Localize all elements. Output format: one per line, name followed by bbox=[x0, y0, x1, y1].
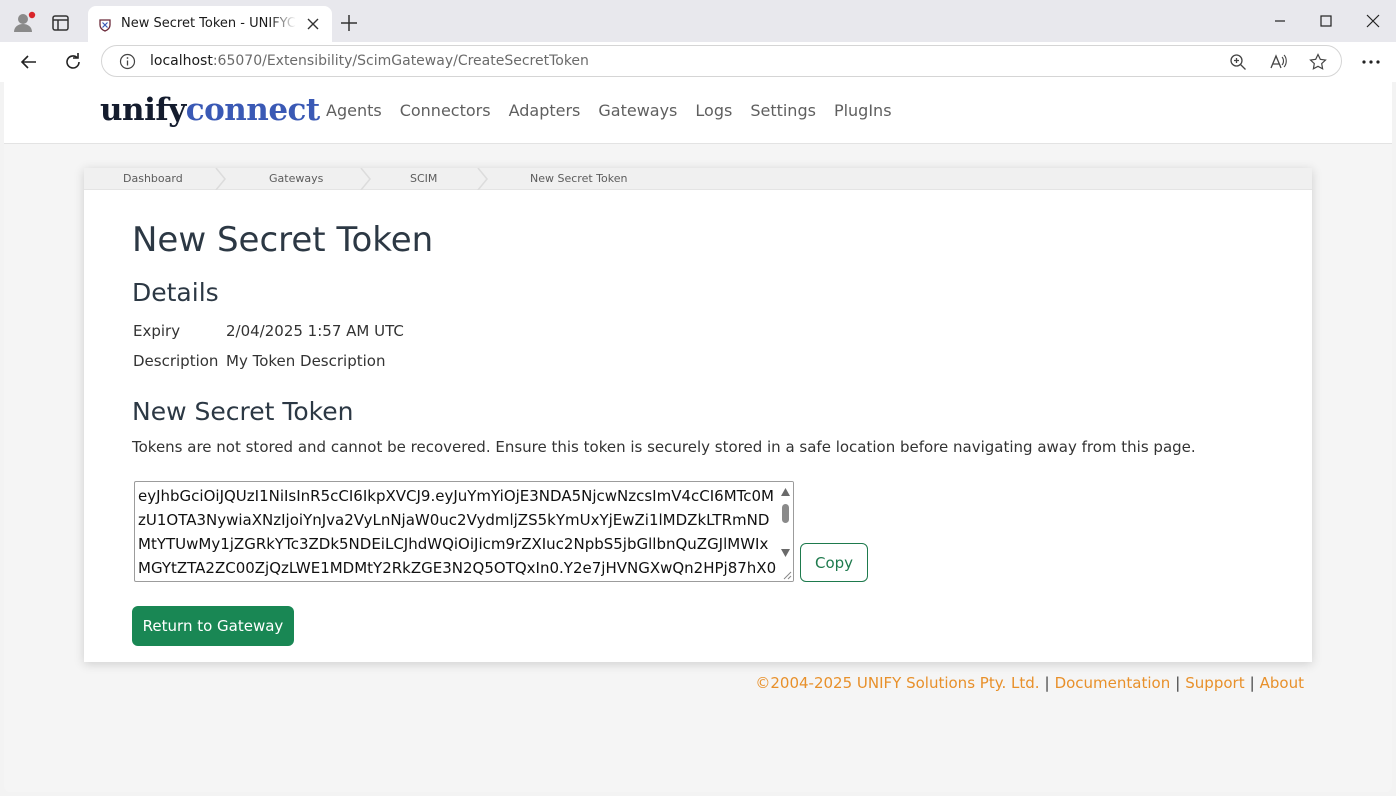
maximize-icon[interactable] bbox=[1316, 11, 1336, 31]
new-tab-icon[interactable] bbox=[339, 13, 359, 33]
address-bar[interactable]: localhost:65070/Extensibility/ScimGatewa… bbox=[101, 45, 1342, 77]
description-value: My Token Description bbox=[226, 352, 386, 370]
breadcrumb-separator-icon bbox=[360, 168, 371, 190]
token-scrollbar[interactable] bbox=[777, 482, 793, 581]
refresh-icon[interactable] bbox=[61, 50, 85, 74]
top-navbar: unifyconnect Agents Connectors Adapters … bbox=[4, 82, 1392, 144]
page-title: New Secret Token bbox=[132, 220, 434, 260]
profile-icon[interactable] bbox=[12, 10, 36, 34]
nav-adapters[interactable]: Adapters bbox=[509, 101, 581, 120]
scroll-thumb[interactable] bbox=[782, 504, 789, 523]
copy-button[interactable]: Copy bbox=[800, 543, 868, 582]
footer-separator: | bbox=[1175, 674, 1181, 692]
documentation-link[interactable]: Documentation bbox=[1055, 674, 1171, 692]
url-host: localhost bbox=[150, 53, 213, 69]
brand-logo[interactable]: unifyconnect bbox=[100, 92, 320, 128]
footer-separator: | bbox=[1249, 674, 1255, 692]
breadcrumb-separator-icon bbox=[477, 168, 488, 190]
browser-toolbar: localhost:65070/Extensibility/ScimGatewa… bbox=[0, 42, 1396, 82]
minimize-icon[interactable] bbox=[1270, 11, 1290, 31]
favicon-icon bbox=[98, 17, 112, 32]
breadcrumb-scim[interactable]: SCIM bbox=[410, 172, 437, 185]
nav-settings[interactable]: Settings bbox=[750, 101, 816, 120]
zoom-icon[interactable] bbox=[1228, 52, 1248, 72]
main-nav: Agents Connectors Adapters Gateways Logs… bbox=[326, 101, 892, 120]
expiry-value: 2/04/2025 1:57 AM UTC bbox=[226, 322, 404, 340]
copyright-link[interactable]: ©2004-2025 UNIFY Solutions Pty. Ltd. bbox=[755, 674, 1039, 692]
breadcrumb-dashboard[interactable]: Dashboard bbox=[123, 172, 183, 185]
scroll-down-icon[interactable] bbox=[781, 549, 790, 557]
token-textarea[interactable]: eyJhbGciOiJQUzI1NiIsInR5cCI6IkpXVCJ9.eyJ… bbox=[134, 481, 794, 582]
tab-actions-icon[interactable] bbox=[50, 12, 72, 34]
breadcrumb-gateways[interactable]: Gateways bbox=[269, 172, 323, 185]
info-icon[interactable] bbox=[119, 53, 136, 70]
support-link[interactable]: Support bbox=[1185, 674, 1244, 692]
token-value[interactable]: eyJhbGciOiJQUzI1NiIsInR5cCI6IkpXVCJ9.eyJ… bbox=[138, 484, 778, 581]
token-warning: Tokens are not stored and cannot be reco… bbox=[132, 438, 1196, 456]
nav-logs[interactable]: Logs bbox=[695, 101, 732, 120]
nav-agents[interactable]: Agents bbox=[326, 101, 382, 120]
breadcrumb-separator-icon bbox=[215, 168, 226, 190]
token-heading: New Secret Token bbox=[132, 397, 354, 426]
footer: ©2004-2025 UNIFY Solutions Pty. Ltd. | Doc… bbox=[755, 674, 1304, 692]
return-to-gateway-button[interactable]: Return to Gateway bbox=[132, 606, 294, 646]
resize-grip-icon[interactable] bbox=[782, 570, 792, 580]
expiry-label: Expiry bbox=[133, 322, 181, 340]
browser-tab[interactable]: New Secret Token - UNIFYConnect bbox=[88, 6, 332, 42]
nav-plugins[interactable]: PlugIns bbox=[834, 101, 892, 120]
close-window-icon[interactable] bbox=[1363, 11, 1383, 31]
close-tab-icon[interactable] bbox=[305, 16, 321, 32]
breadcrumb: Dashboard Gateways SCIM New Secret Token bbox=[84, 168, 1312, 190]
browser-tabstrip: New Secret Token - UNIFYConnect bbox=[0, 0, 1396, 42]
back-icon[interactable] bbox=[17, 50, 41, 74]
about-link[interactable]: About bbox=[1260, 674, 1304, 692]
url-text[interactable]: localhost:65070/Extensibility/ScimGatewa… bbox=[150, 53, 589, 69]
read-aloud-icon[interactable] bbox=[1268, 52, 1288, 72]
description-label: Description bbox=[133, 352, 219, 370]
more-icon[interactable] bbox=[1360, 50, 1382, 74]
details-heading: Details bbox=[132, 278, 219, 307]
nav-connectors[interactable]: Connectors bbox=[400, 101, 491, 120]
url-path: :65070/Extensibility/ScimGateway/CreateS… bbox=[212, 53, 589, 69]
content-card: Dashboard Gateways SCIM New Secret Token… bbox=[84, 168, 1312, 662]
tab-title: New Secret Token - UNIFYConnect bbox=[121, 16, 296, 31]
favorite-icon[interactable] bbox=[1308, 52, 1328, 72]
scroll-up-icon[interactable] bbox=[781, 488, 790, 496]
page-viewport: unifyconnect Agents Connectors Adapters … bbox=[4, 82, 1392, 792]
nav-gateways[interactable]: Gateways bbox=[598, 101, 677, 120]
breadcrumb-current: New Secret Token bbox=[530, 172, 628, 185]
footer-separator: | bbox=[1044, 674, 1050, 692]
